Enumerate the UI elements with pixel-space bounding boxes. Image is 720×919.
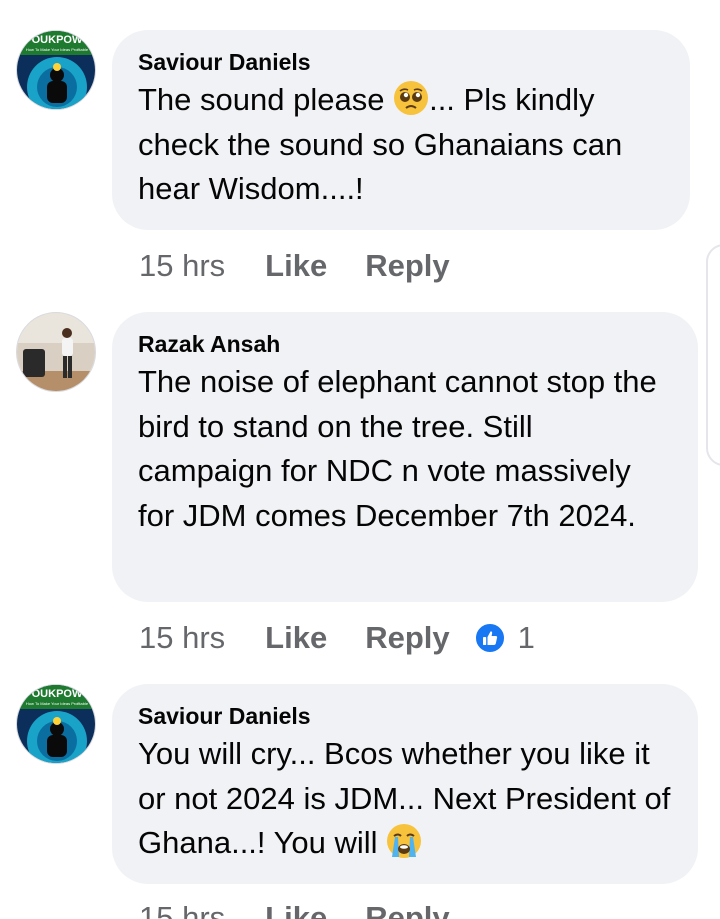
pleading-face-icon: [394, 81, 429, 115]
comment-actions: 15 hrs Like Reply: [139, 246, 488, 286]
comment-actions: 15 hrs Like Reply: [139, 898, 488, 919]
like-button[interactable]: Like: [265, 900, 327, 919]
comment-bubble[interactable]: Saviour Daniels The sound please ... Pls…: [112, 30, 690, 230]
reply-button[interactable]: Reply: [365, 248, 449, 284]
reactions[interactable]: 1: [473, 620, 535, 656]
reply-button[interactable]: Reply: [365, 620, 449, 656]
svg-text:How To Make Your Ideas Profita: How To Make Your Ideas Profitable: [26, 701, 89, 706]
reaction-count: 1: [517, 620, 535, 655]
avatar-image: [17, 313, 95, 391]
comment-author[interactable]: Razak Ansah: [138, 328, 672, 360]
comment-actions: 15 hrs Like Reply 1: [139, 618, 535, 658]
thumbs-up-icon: [473, 622, 506, 654]
comment-text: You will cry... Bcos whether you like it…: [138, 732, 672, 866]
avatar-image: OUKPOW How To Make Your Ideas Profitable: [17, 685, 95, 763]
avatar[interactable]: OUKPOW How To Make Your Ideas Profitable: [16, 684, 96, 764]
comment-author[interactable]: Saviour Daniels: [138, 46, 664, 78]
comment-time[interactable]: 15 hrs: [139, 248, 225, 284]
comment-text: The noise of elephant cannot stop the bi…: [138, 364, 657, 533]
comment-author[interactable]: Saviour Daniels: [138, 700, 672, 732]
avatar[interactable]: [16, 312, 96, 392]
crying-face-icon: [387, 824, 422, 858]
comment-bubble[interactable]: Saviour Daniels You will cry... Bcos whe…: [112, 684, 698, 884]
comments-thread: OUKPOW How To Make Your Ideas Profitable…: [0, 0, 720, 919]
comment-time[interactable]: 15 hrs: [139, 620, 225, 656]
avatar-image: OUKPOW How To Make Your Ideas Profitable: [17, 31, 95, 109]
side-panel-edge: [706, 244, 720, 466]
comment-bubble[interactable]: Razak Ansah The noise of elephant cannot…: [112, 312, 698, 602]
svg-text:OUKPOW: OUKPOW: [32, 34, 83, 46]
svg-text:How To Make Your Ideas Profita: How To Make Your Ideas Profitable: [26, 47, 89, 52]
previous-actions-cutoff: [372, 0, 462, 6]
comment-text: The sound please ... Pls kindly check th…: [138, 78, 664, 212]
like-button[interactable]: Like: [265, 620, 327, 656]
comment-text-part: The sound please: [138, 82, 394, 117]
comment-time[interactable]: 15 hrs: [139, 900, 225, 919]
avatar[interactable]: OUKPOW How To Make Your Ideas Profitable: [16, 30, 96, 110]
like-button[interactable]: Like: [265, 248, 327, 284]
svg-text:OUKPOW: OUKPOW: [32, 688, 83, 700]
reply-button[interactable]: Reply: [365, 900, 449, 919]
